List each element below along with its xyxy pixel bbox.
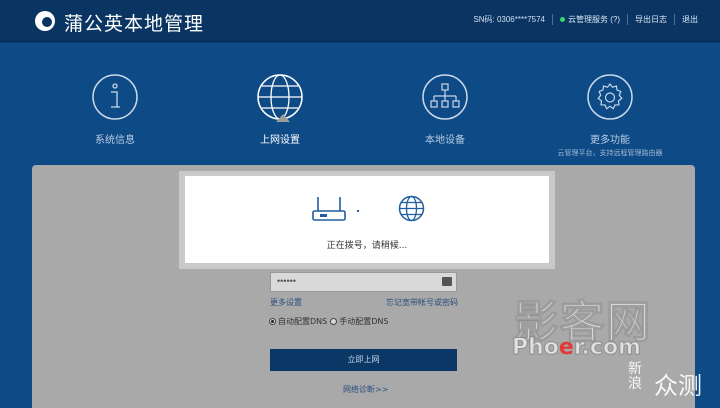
- connect-now-button[interactable]: 立即上网: [270, 349, 457, 371]
- more-settings-link[interactable]: 更多设置: [270, 297, 302, 308]
- header-links: SN码: 0306****7574 云管理服务 (?) 导出日志 退出: [473, 14, 698, 25]
- sn-code: SN码: 0306****7574: [473, 15, 545, 24]
- internet-globe-icon: [398, 195, 425, 222]
- nav-label: 上网设置: [260, 135, 300, 146]
- progress-dot: [357, 210, 359, 212]
- network-tree-icon: [422, 74, 468, 120]
- active-tab-indicator: [276, 114, 290, 122]
- info-icon: [92, 74, 138, 120]
- logout-link[interactable]: 退出: [682, 14, 698, 25]
- keyboard-icon[interactable]: [442, 277, 452, 286]
- top-header: 蒲公英本地管理 SN码: 0306****7574 云管理服务 (?) 导出日志…: [0, 0, 720, 42]
- dns-auto-label: 自动配置DNS: [278, 317, 328, 326]
- watermark-brand-a: 新浪: [628, 361, 642, 392]
- nav-label: 系统信息: [95, 135, 135, 146]
- dialing-dialog: 正在拨号，请稍候...: [185, 176, 549, 263]
- dns-auto-radio[interactable]: [269, 318, 276, 325]
- router-icon: [312, 197, 346, 221]
- nav-sublabel: 云管理平台，支持远程管理路由器: [557, 149, 663, 157]
- dns-options: 自动配置DNS 手动配置DNS: [269, 316, 388, 327]
- cloud-service-link[interactable]: 云管理服务 (?): [568, 14, 620, 25]
- watermark-url: Phoer.com: [512, 335, 642, 361]
- cloud-status-icon: [560, 17, 565, 22]
- nav-label: 本地设备: [425, 135, 465, 146]
- watermark-brand-b: 众测: [654, 372, 702, 400]
- dandelion-logo-icon: [35, 11, 55, 31]
- dns-manual-label: 手动配置DNS: [339, 317, 389, 326]
- app-title: 蒲公英本地管理: [64, 13, 205, 35]
- export-log-link[interactable]: 导出日志: [635, 14, 667, 25]
- nav-system-info[interactable]: 系统信息: [50, 73, 180, 146]
- nav-more-features[interactable]: 更多功能 云管理平台，支持远程管理路由器: [545, 73, 675, 158]
- password-value: ••••••: [277, 276, 296, 286]
- dialing-message: 正在拨号，请稍候...: [326, 241, 408, 251]
- dns-manual-radio[interactable]: [330, 318, 338, 325]
- nav-internet-settings[interactable]: 上网设置: [215, 73, 345, 146]
- gear-icon: [587, 74, 633, 120]
- network-diagnose-link[interactable]: 网络诊断>>: [343, 384, 388, 395]
- forgot-account-link[interactable]: 忘记宽带帐号或密码: [386, 297, 458, 308]
- password-input[interactable]: ••••••: [270, 272, 457, 292]
- nav-local-devices[interactable]: 本地设备: [380, 73, 510, 146]
- nav-label: 更多功能: [590, 135, 630, 146]
